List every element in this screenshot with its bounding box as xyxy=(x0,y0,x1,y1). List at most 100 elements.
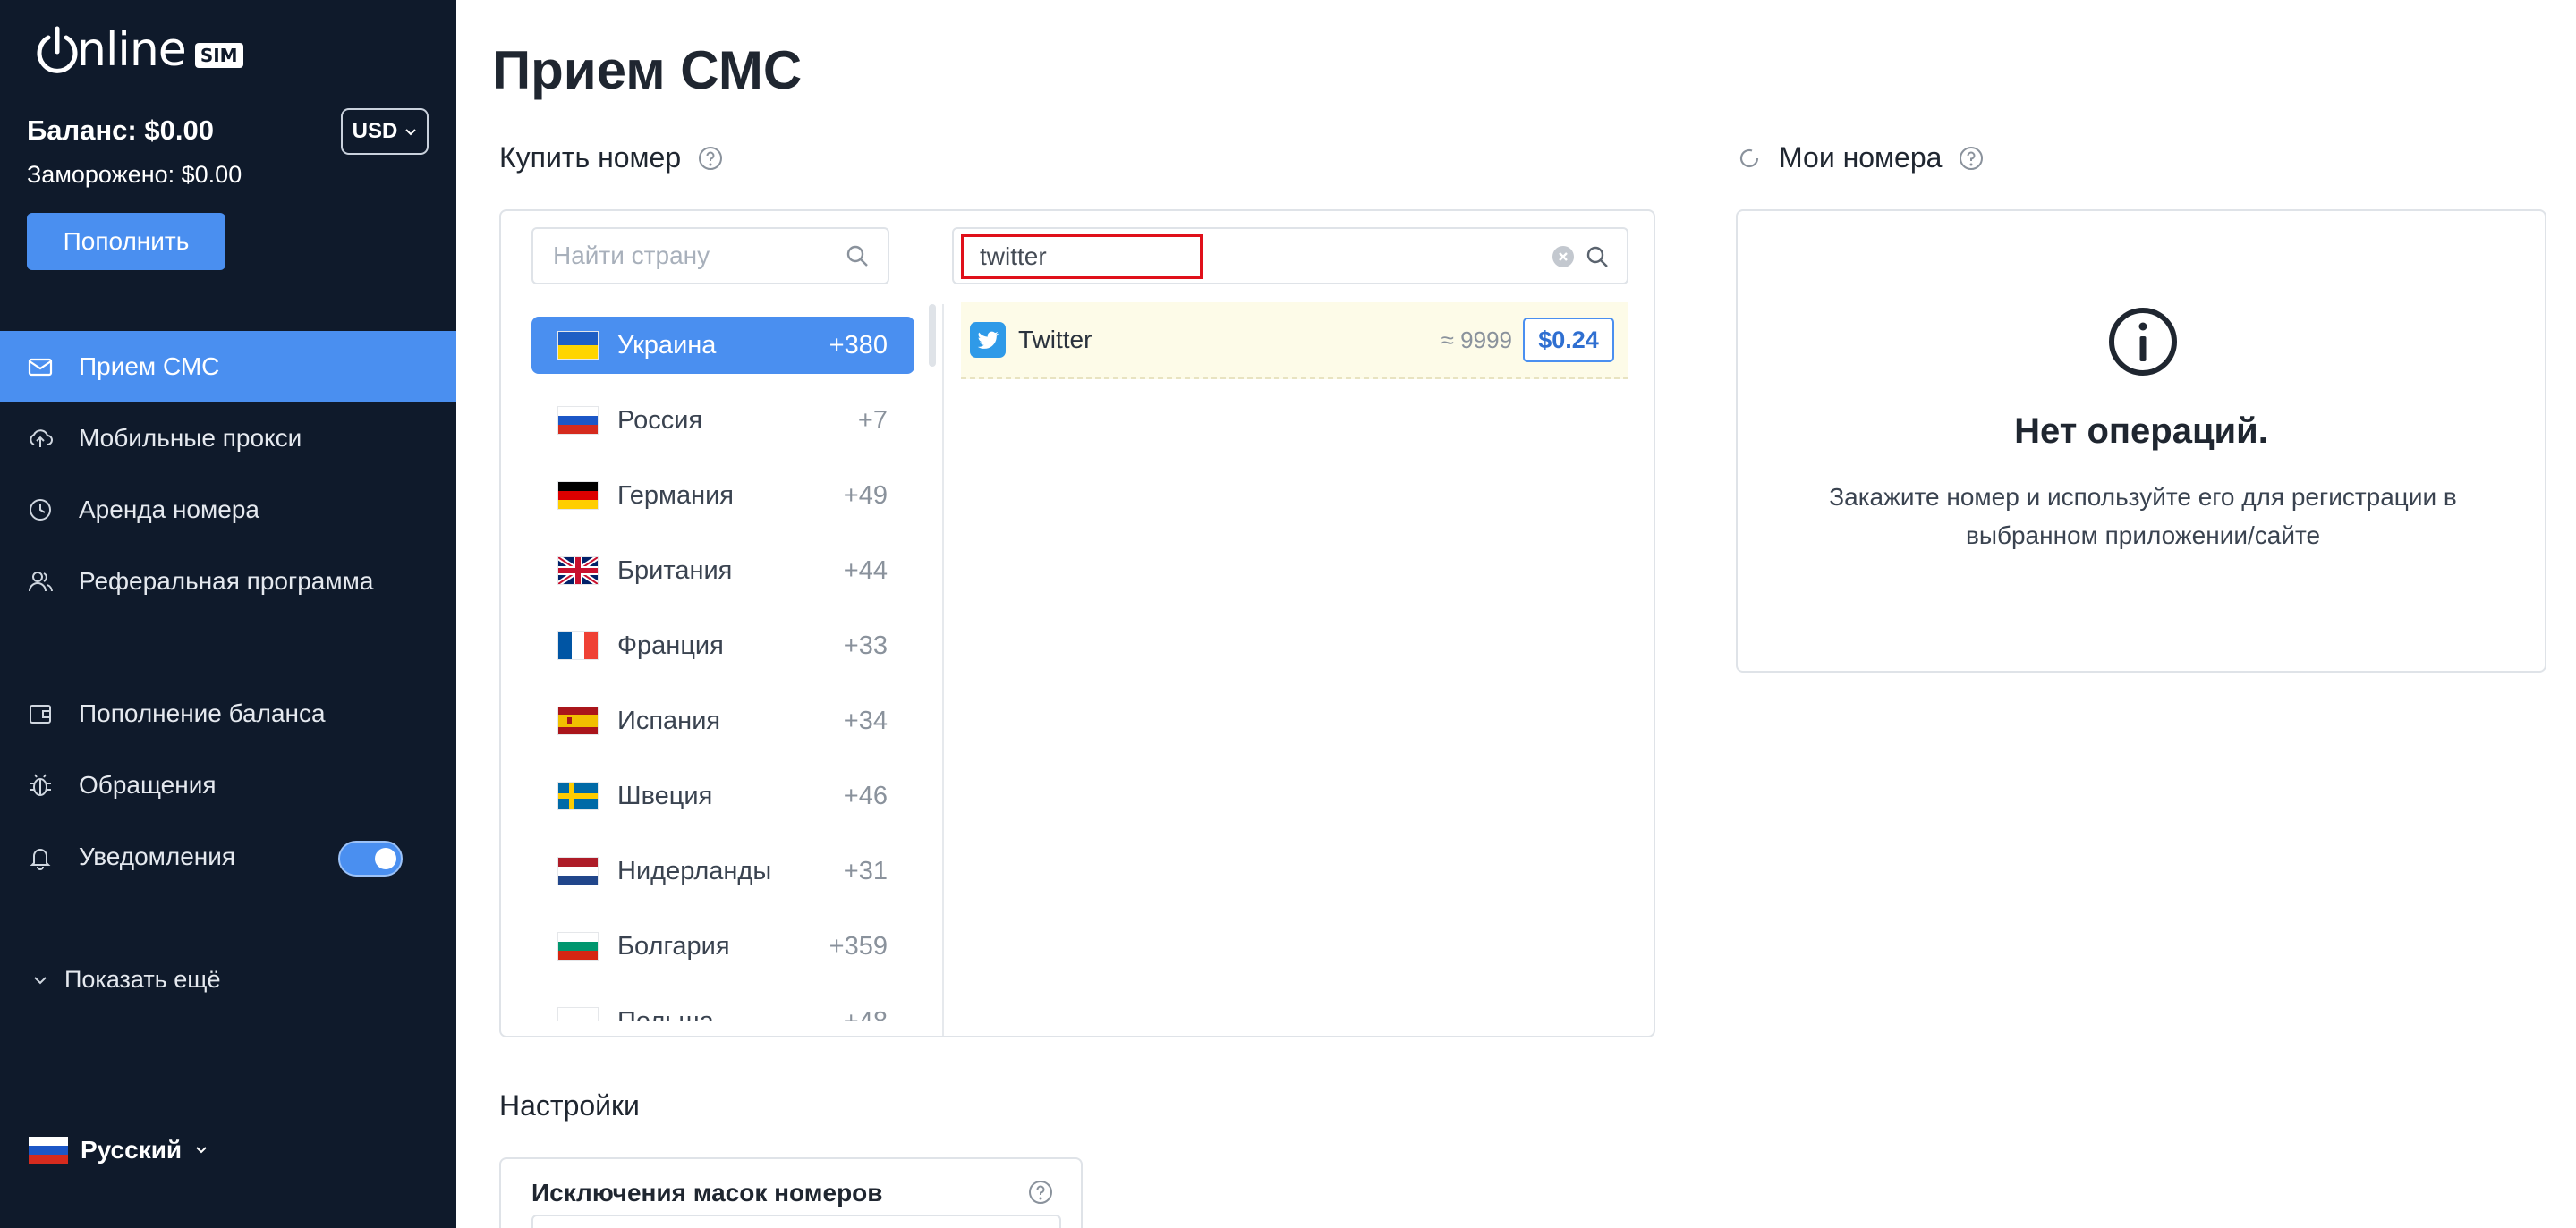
country-item-netherlands[interactable]: Нидерланды +31 xyxy=(531,834,914,909)
country-code: +34 xyxy=(843,706,888,735)
notifications-toggle[interactable] xyxy=(338,841,403,877)
country-code: +380 xyxy=(829,330,888,360)
country-name: Украина xyxy=(617,330,717,360)
bell-icon xyxy=(27,843,54,870)
service-count: ≈ 9999 xyxy=(1441,326,1512,353)
service-search-value[interactable]: twitter xyxy=(961,234,1203,279)
power-icon xyxy=(37,26,78,73)
help-icon[interactable] xyxy=(1027,1179,1054,1206)
sidebar-item-label: Аренда номера xyxy=(79,495,259,523)
country-item-russia[interactable]: Россия +7 xyxy=(531,383,914,458)
sidebar-item-label: Прием СМС xyxy=(79,352,220,380)
buy-price-button[interactable]: $0.24 xyxy=(1523,318,1614,362)
country-list-scrollbar[interactable] xyxy=(929,304,936,367)
sidebar: nline SIM Баланс: $0.00 Заморожено: $0.0… xyxy=(0,0,456,1228)
country-code: +33 xyxy=(843,631,888,660)
country-code: +46 xyxy=(843,781,888,810)
sidebar-item-label: Уведомления xyxy=(79,843,236,870)
chevron-down-icon xyxy=(405,129,417,136)
country-item-britain[interactable]: Британия +44 xyxy=(531,533,914,608)
help-icon[interactable] xyxy=(1958,145,1985,172)
twitter-icon xyxy=(970,322,1006,358)
country-name: Нидерланды xyxy=(617,856,772,885)
country-code: +359 xyxy=(829,931,888,961)
sidebar-item-label: Пополнение баланса xyxy=(79,699,326,727)
netherlands-flag-icon xyxy=(558,858,598,885)
country-item-bulgaria[interactable]: Болгария +359 xyxy=(531,909,914,984)
russia-flag-icon xyxy=(29,1137,68,1164)
clear-icon[interactable] xyxy=(1552,245,1575,268)
sidebar-item-tickets[interactable]: Обращения xyxy=(0,750,456,821)
country-code: +7 xyxy=(857,405,888,435)
settings-title: Настройки xyxy=(499,1089,640,1122)
country-code: +49 xyxy=(843,480,888,510)
settings-card: Исключения масок номеров Например: 916, … xyxy=(499,1157,1083,1228)
my-numbers-heading: Мои номера xyxy=(1736,141,1985,174)
country-search-placeholder: Найти страну xyxy=(553,241,710,269)
country-code: +44 xyxy=(843,555,888,585)
show-more-button[interactable]: Показать ещё xyxy=(32,966,221,994)
help-icon[interactable] xyxy=(697,145,724,172)
country-name: Болгария xyxy=(617,931,730,961)
empty-state-text: Закажите номер и используйте его для рег… xyxy=(1829,483,2457,549)
ukraine-flag-icon xyxy=(558,332,598,359)
country-item-sweden[interactable]: Швеция +46 xyxy=(531,758,914,834)
country-name: Швеция xyxy=(617,781,713,810)
wallet-icon xyxy=(27,700,54,727)
frozen-value: Заморожено: $0.00 xyxy=(27,161,242,188)
users-icon xyxy=(27,568,54,595)
envelope-icon xyxy=(27,353,54,380)
logo-text: nline xyxy=(77,23,187,77)
sidebar-item-label: Мобильные прокси xyxy=(79,424,302,452)
country-name: Россия xyxy=(617,405,703,435)
mask-exceptions-input[interactable]: Например: 916, 900, 070 xyxy=(531,1215,1061,1228)
country-search-input[interactable]: Найти страну xyxy=(531,227,889,284)
settings-heading: Настройки xyxy=(499,1089,640,1122)
clock-icon xyxy=(27,496,54,523)
france-flag-icon xyxy=(558,632,598,659)
my-numbers-title: Мои номера xyxy=(1779,141,1943,174)
cloud-upload-icon xyxy=(27,425,54,452)
search-icon xyxy=(846,245,868,267)
service-name: Twitter xyxy=(1018,326,1092,353)
onlinesim-logo[interactable]: nline SIM xyxy=(36,25,243,75)
refresh-icon[interactable] xyxy=(1736,145,1763,172)
language-select[interactable]: Русский xyxy=(29,1136,208,1164)
sidebar-item-referral[interactable]: Реферальная программа xyxy=(0,546,456,617)
info-icon xyxy=(2109,308,2177,376)
buy-number-heading: Купить номер xyxy=(499,141,724,174)
country-item-poland[interactable]: Польша +48 xyxy=(531,984,914,1021)
country-name: Польша xyxy=(617,1006,714,1022)
topup-button[interactable]: Пополнить xyxy=(27,213,225,270)
service-item-twitter[interactable]: Twitter ≈ 9999 $0.24 xyxy=(961,302,1628,379)
country-name: Британия xyxy=(617,555,733,585)
search-icon[interactable] xyxy=(1584,243,1611,270)
country-code: +48 xyxy=(843,1006,888,1022)
toggle-knob xyxy=(375,848,396,869)
sidebar-item-label: Реферальная программа xyxy=(79,567,374,595)
mask-exceptions-label: Исключения масок номеров xyxy=(531,1179,883,1207)
country-item-ukraine[interactable]: Украина +380 xyxy=(531,317,914,374)
sidebar-item-mobile-proxy[interactable]: Мобильные прокси xyxy=(0,402,456,474)
chevron-down-icon xyxy=(196,1147,207,1154)
uk-flag-icon xyxy=(558,557,598,584)
spain-flag-icon xyxy=(558,707,598,734)
sidebar-item-sms[interactable]: Прием СМС xyxy=(0,331,456,402)
country-item-france[interactable]: Франция +33 xyxy=(531,608,914,683)
show-more-label: Показать ещё xyxy=(64,966,221,993)
sidebar-item-rent-number[interactable]: Аренда номера xyxy=(0,474,456,546)
sidebar-item-topup-balance[interactable]: Пополнение баланса xyxy=(0,678,456,750)
country-code: +31 xyxy=(843,856,888,885)
service-search-input[interactable]: twitter xyxy=(952,227,1628,284)
sweden-flag-icon xyxy=(558,783,598,809)
currency-select[interactable]: USD xyxy=(341,108,429,155)
buy-number-card: Найти страну twitter Украина +380 Россия… xyxy=(499,209,1655,1037)
country-item-spain[interactable]: Испания +34 xyxy=(531,683,914,758)
germany-flag-icon xyxy=(558,482,598,509)
logo-sim-badge: SIM xyxy=(194,43,243,68)
country-item-germany[interactable]: Германия +49 xyxy=(531,458,914,533)
sidebar-item-label: Обращения xyxy=(79,771,217,799)
list-divider xyxy=(942,304,944,1036)
empty-state-title: Нет операций. xyxy=(2014,411,2268,451)
country-name: Франция xyxy=(617,631,724,660)
